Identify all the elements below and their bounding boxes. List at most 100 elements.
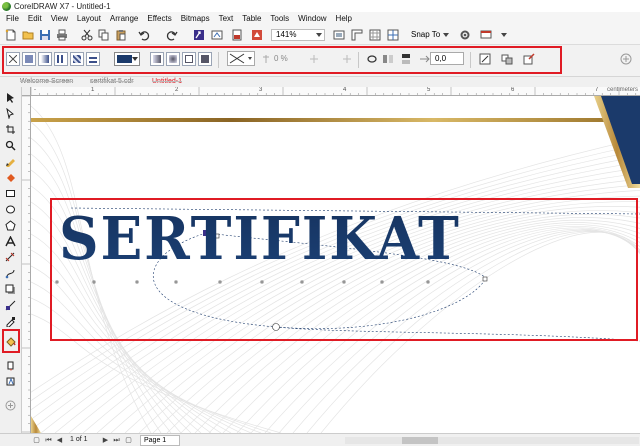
menu-table[interactable]: Table <box>242 14 261 23</box>
previous-page-icon[interactable]: ◀ <box>55 436 64 445</box>
text-tool-icon[interactable] <box>4 235 17 248</box>
first-page-icon[interactable]: ⏮ <box>44 436 53 445</box>
drawing-canvas[interactable]: SERTIFIKAT <box>31 96 640 433</box>
standard-toolbar: 141% Snap To <box>0 25 640 45</box>
interactive-fill-tool-icon[interactable] <box>4 335 17 348</box>
angle-input[interactable]: 0,0 <box>430 52 464 65</box>
ruler-label: - <box>34 87 36 93</box>
welcome-screen-icon[interactable] <box>250 28 264 42</box>
polygon-tool-icon[interactable] <box>4 219 17 232</box>
add-page-icon[interactable]: ▢ <box>124 436 133 445</box>
bitmap-pattern-transparency-button[interactable] <box>70 52 84 66</box>
shape-tool-icon[interactable] <box>4 107 17 120</box>
add-icon[interactable] <box>619 52 633 66</box>
menu-effects[interactable]: Effects <box>147 14 171 23</box>
transparency-color-picker[interactable] <box>114 52 140 66</box>
undo-icon[interactable] <box>137 28 151 42</box>
full-screen-preview-icon[interactable] <box>332 28 346 42</box>
conical-fountain-button[interactable] <box>182 52 196 66</box>
linear-fountain-button[interactable] <box>150 52 164 66</box>
two-color-pattern-transparency-button[interactable] <box>86 52 100 66</box>
pick-tool-icon[interactable] <box>4 91 17 104</box>
reverse-transparency-icon[interactable] <box>365 52 379 66</box>
free-scale-skew-icon[interactable] <box>478 52 492 66</box>
elliptical-fountain-button[interactable] <box>166 52 180 66</box>
drop-shadow-tool-icon[interactable] <box>4 283 17 296</box>
horizontal-scrollbar[interactable] <box>345 437 639 444</box>
add-tool-icon[interactable] <box>4 399 17 412</box>
import-icon[interactable] <box>192 28 206 42</box>
new-document-icon[interactable] <box>4 28 18 42</box>
export-icon[interactable] <box>210 28 224 42</box>
rectangle-tool-icon[interactable] <box>4 187 17 200</box>
zoom-level-select[interactable]: 141% <box>271 29 325 41</box>
show-guidelines-icon[interactable] <box>386 28 400 42</box>
application-launcher-icon[interactable] <box>479 28 493 42</box>
print-icon[interactable] <box>55 28 69 42</box>
paste-icon[interactable] <box>114 28 128 42</box>
flip-vertical-icon[interactable] <box>399 52 413 66</box>
menu-text[interactable]: Text <box>219 14 234 23</box>
launcher-dropdown-icon[interactable] <box>497 28 511 42</box>
freehand-tool-icon[interactable] <box>4 155 17 168</box>
color-swatch <box>117 55 132 63</box>
ellipse-tool-icon[interactable] <box>4 203 17 216</box>
zoom-tool-icon[interactable] <box>4 139 17 152</box>
redo-icon[interactable] <box>165 28 179 42</box>
chevron-down-icon[interactable] <box>443 33 449 37</box>
save-icon[interactable] <box>38 28 52 42</box>
uniform-transparency-button[interactable] <box>22 52 36 66</box>
fountain-transparency-button[interactable] <box>38 52 52 66</box>
copy-icon[interactable] <box>97 28 111 42</box>
publish-pdf-icon[interactable] <box>230 28 244 42</box>
snap-to-select[interactable]: Snap To <box>408 29 452 41</box>
chevron-down-icon[interactable] <box>132 57 138 61</box>
next-page-icon[interactable]: ▶ <box>101 436 110 445</box>
menu-edit[interactable]: Edit <box>28 14 42 23</box>
options-gear-icon[interactable] <box>458 28 472 42</box>
document-tabs: Welcome Screen sertifikat 5.cdr Untitled… <box>0 77 640 87</box>
parallel-dimension-tool-icon[interactable] <box>4 251 17 264</box>
flip-horizontal-icon[interactable] <box>381 52 395 66</box>
menu-arrange[interactable]: Arrange <box>110 14 138 23</box>
horizontal-ruler[interactable]: - 1 2 3 4 5 6 7 centimeters <box>31 87 640 96</box>
tab-welcome-screen[interactable]: Welcome Screen <box>20 77 73 87</box>
menu-help[interactable]: Help <box>336 14 352 23</box>
midpoint-icon <box>307 52 321 66</box>
outline-pen-tool-icon[interactable] <box>4 375 17 388</box>
merge-mode-select[interactable] <box>227 51 255 66</box>
edit-transparency-icon[interactable] <box>522 52 536 66</box>
show-grid-icon[interactable] <box>368 28 382 42</box>
tab-sertifikat-5[interactable]: sertifikat 5.cdr <box>90 77 134 87</box>
connector-tool-icon[interactable] <box>4 267 17 280</box>
transparency-tool-icon[interactable] <box>4 299 17 312</box>
page-count: 1 of 1 <box>70 436 88 443</box>
show-rulers-icon[interactable] <box>350 28 364 42</box>
cut-icon[interactable] <box>80 28 94 42</box>
open-folder-icon[interactable] <box>21 28 35 42</box>
page-tab[interactable]: Page 1 <box>140 435 180 446</box>
tab-untitled-1[interactable]: Untitled-1 <box>152 77 182 87</box>
scrollbar-thumb[interactable] <box>402 437 438 444</box>
smart-fill-tool-icon[interactable] <box>4 171 17 184</box>
menu-file[interactable]: File <box>6 14 19 23</box>
no-transparency-button[interactable] <box>6 52 20 66</box>
smart-fill-drop-icon[interactable] <box>4 359 17 372</box>
page-setup-icon[interactable]: ▢ <box>32 436 41 445</box>
chevron-down-icon[interactable] <box>316 33 322 37</box>
menu-layout[interactable]: Layout <box>77 14 101 23</box>
last-page-icon[interactable]: ⏭ <box>112 436 121 445</box>
vector-pattern-transparency-button[interactable] <box>54 52 68 66</box>
crop-tool-icon[interactable] <box>4 123 17 136</box>
ruler-origin[interactable] <box>22 87 31 96</box>
square-fountain-button[interactable] <box>198 52 212 66</box>
menu-bitmaps[interactable]: Bitmaps <box>181 14 210 23</box>
color-eyedropper-tool-icon[interactable] <box>4 315 17 328</box>
copy-transparency-icon[interactable] <box>500 52 514 66</box>
menu-window[interactable]: Window <box>298 14 326 23</box>
separator <box>470 52 471 68</box>
menu-tools[interactable]: Tools <box>270 14 289 23</box>
vertical-ruler[interactable] <box>22 96 31 433</box>
menu-view[interactable]: View <box>51 14 68 23</box>
window-title: CorelDRAW X7 - Untitled-1 <box>14 1 111 11</box>
